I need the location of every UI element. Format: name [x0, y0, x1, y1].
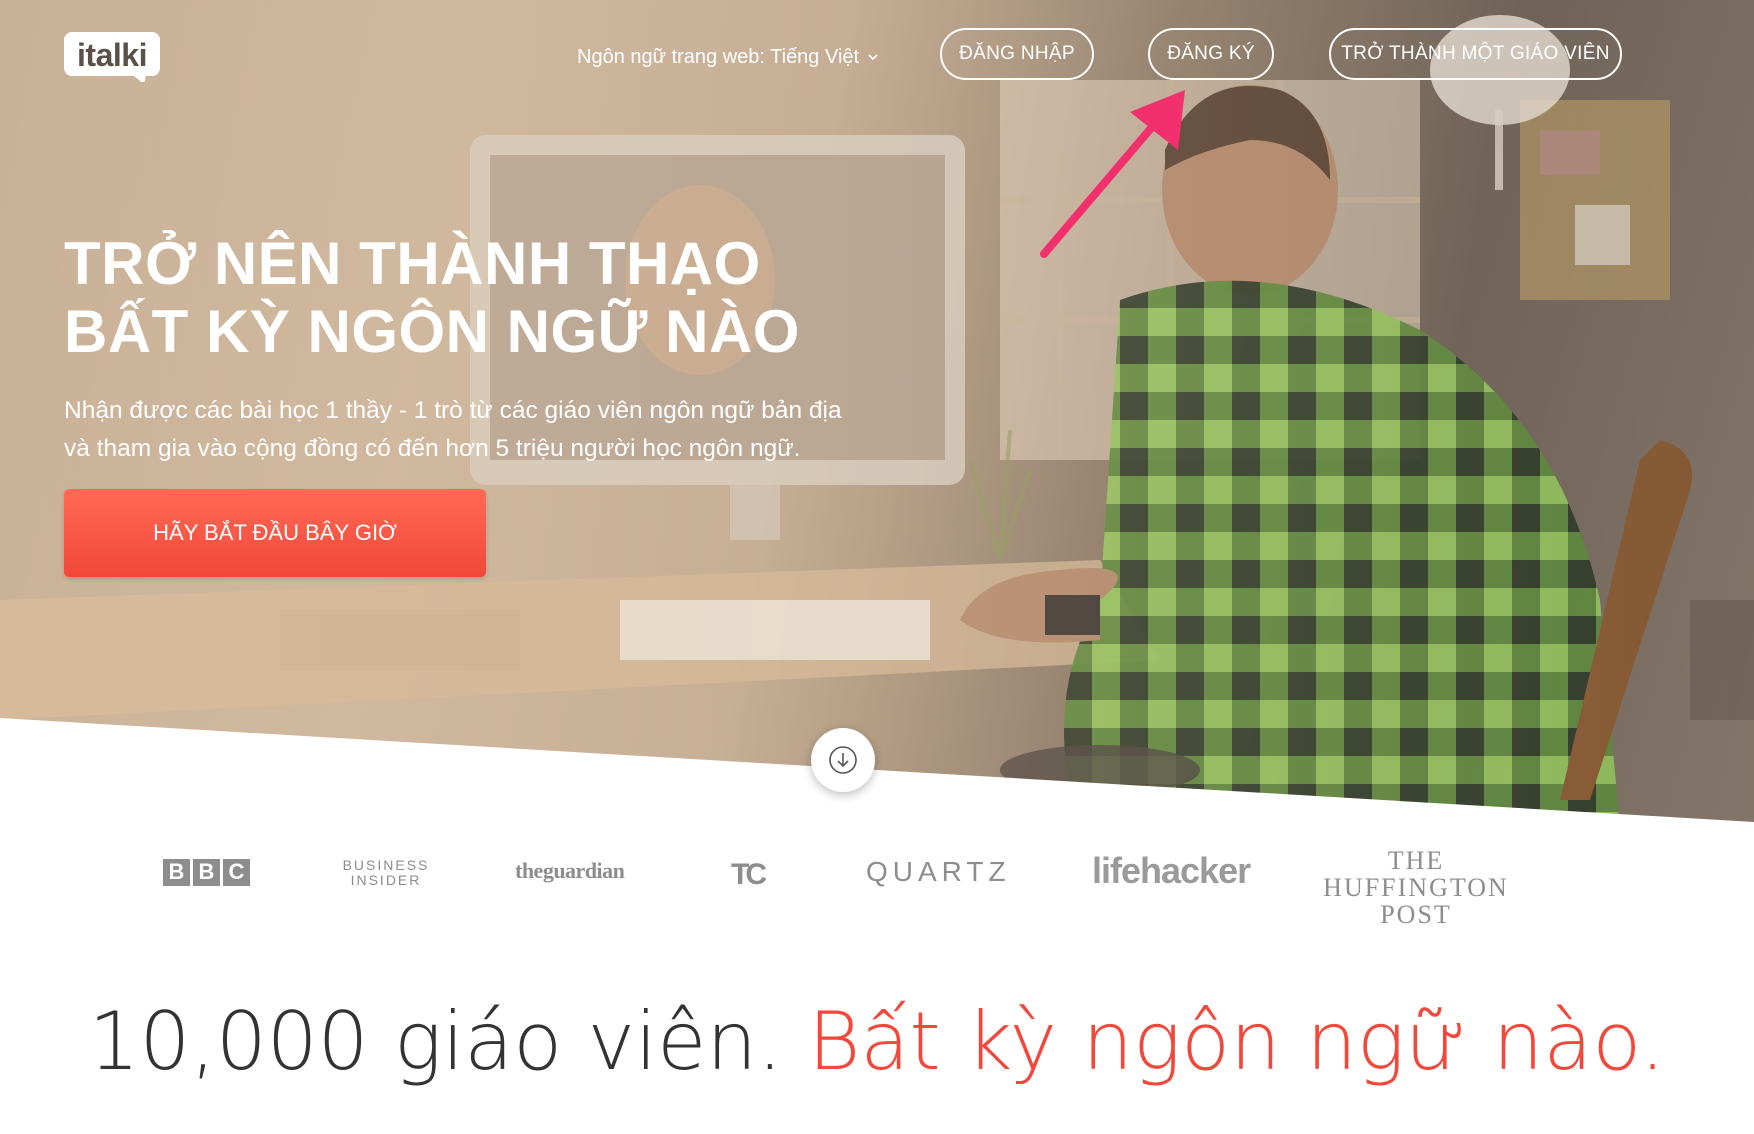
tagline-teachers-count: 10,000 giáo viên.: [88, 995, 783, 1088]
huffpost-line1: THE: [1387, 846, 1445, 875]
huffpost-line3: POST: [1380, 900, 1452, 929]
bbc-logo-letter: C: [223, 858, 250, 886]
hero-subtext: Nhận được các bài học 1 thầy - 1 trò từ …: [64, 392, 884, 468]
business-insider-logo: BUSINESS INSIDER: [340, 858, 432, 888]
scroll-down-button[interactable]: [811, 728, 875, 792]
signup-button[interactable]: ĐĂNG KÝ: [1148, 28, 1274, 80]
site-language-selector[interactable]: Ngôn ngữ trang web: Tiếng Việt: [577, 42, 879, 72]
bbc-logo-letter: B: [163, 858, 190, 886]
chevron-down-icon: [868, 54, 878, 61]
hero-headline-line2: BẤT KỲ NGÔN NGỮ NÀO: [64, 298, 800, 365]
teachers-tagline: 10,000 giáo viên. Bất kỳ ngôn ngữ nào.: [0, 995, 1754, 1088]
language-label: Ngôn ngữ trang web: Tiếng Việt: [577, 45, 860, 68]
start-now-button[interactable]: HÃY BẮT ĐẦU BÂY GIỜ: [64, 489, 486, 577]
huffpost-line2: HUFFINGTON: [1323, 873, 1509, 902]
login-button[interactable]: ĐĂNG NHẬP: [940, 28, 1094, 80]
hero-headline: TRỞ NÊN THÀNH THẠO BẤT KỲ NGÔN NGỮ NÀO: [64, 230, 800, 366]
tagline-any-language: Bất kỳ ngôn ngữ nào.: [807, 995, 1666, 1088]
guardian-logo: theguardian: [515, 858, 625, 883]
arrow-down-circle-icon: [829, 746, 857, 774]
business-insider-line1: BUSINESS: [342, 857, 430, 873]
become-teacher-button[interactable]: TRỞ THÀNH MỘT GIÁO VIÊN: [1329, 28, 1622, 80]
huffington-post-logo: THE HUFFINGTON POST: [1316, 847, 1516, 928]
bbc-logo-letter: B: [193, 858, 220, 886]
business-insider-line2: INSIDER: [350, 872, 422, 888]
techcrunch-logo: TC: [731, 858, 767, 891]
quartz-logo: QUARTZ: [866, 856, 1011, 887]
logo-text: italki: [77, 37, 147, 73]
hero-subtext-line1: Nhận được các bài học 1 thầy - 1 trò từ …: [64, 397, 842, 424]
hero-subtext-line2: và tham gia vào cộng đồng có đến hơn 5 t…: [64, 435, 801, 462]
annotation-arrow-icon: [1040, 90, 1185, 258]
bbc-logo: B B C: [163, 858, 250, 886]
lifehacker-logo: lifehacker: [1092, 850, 1251, 891]
hero-headline-line1: TRỞ NÊN THÀNH THẠO: [64, 230, 761, 297]
